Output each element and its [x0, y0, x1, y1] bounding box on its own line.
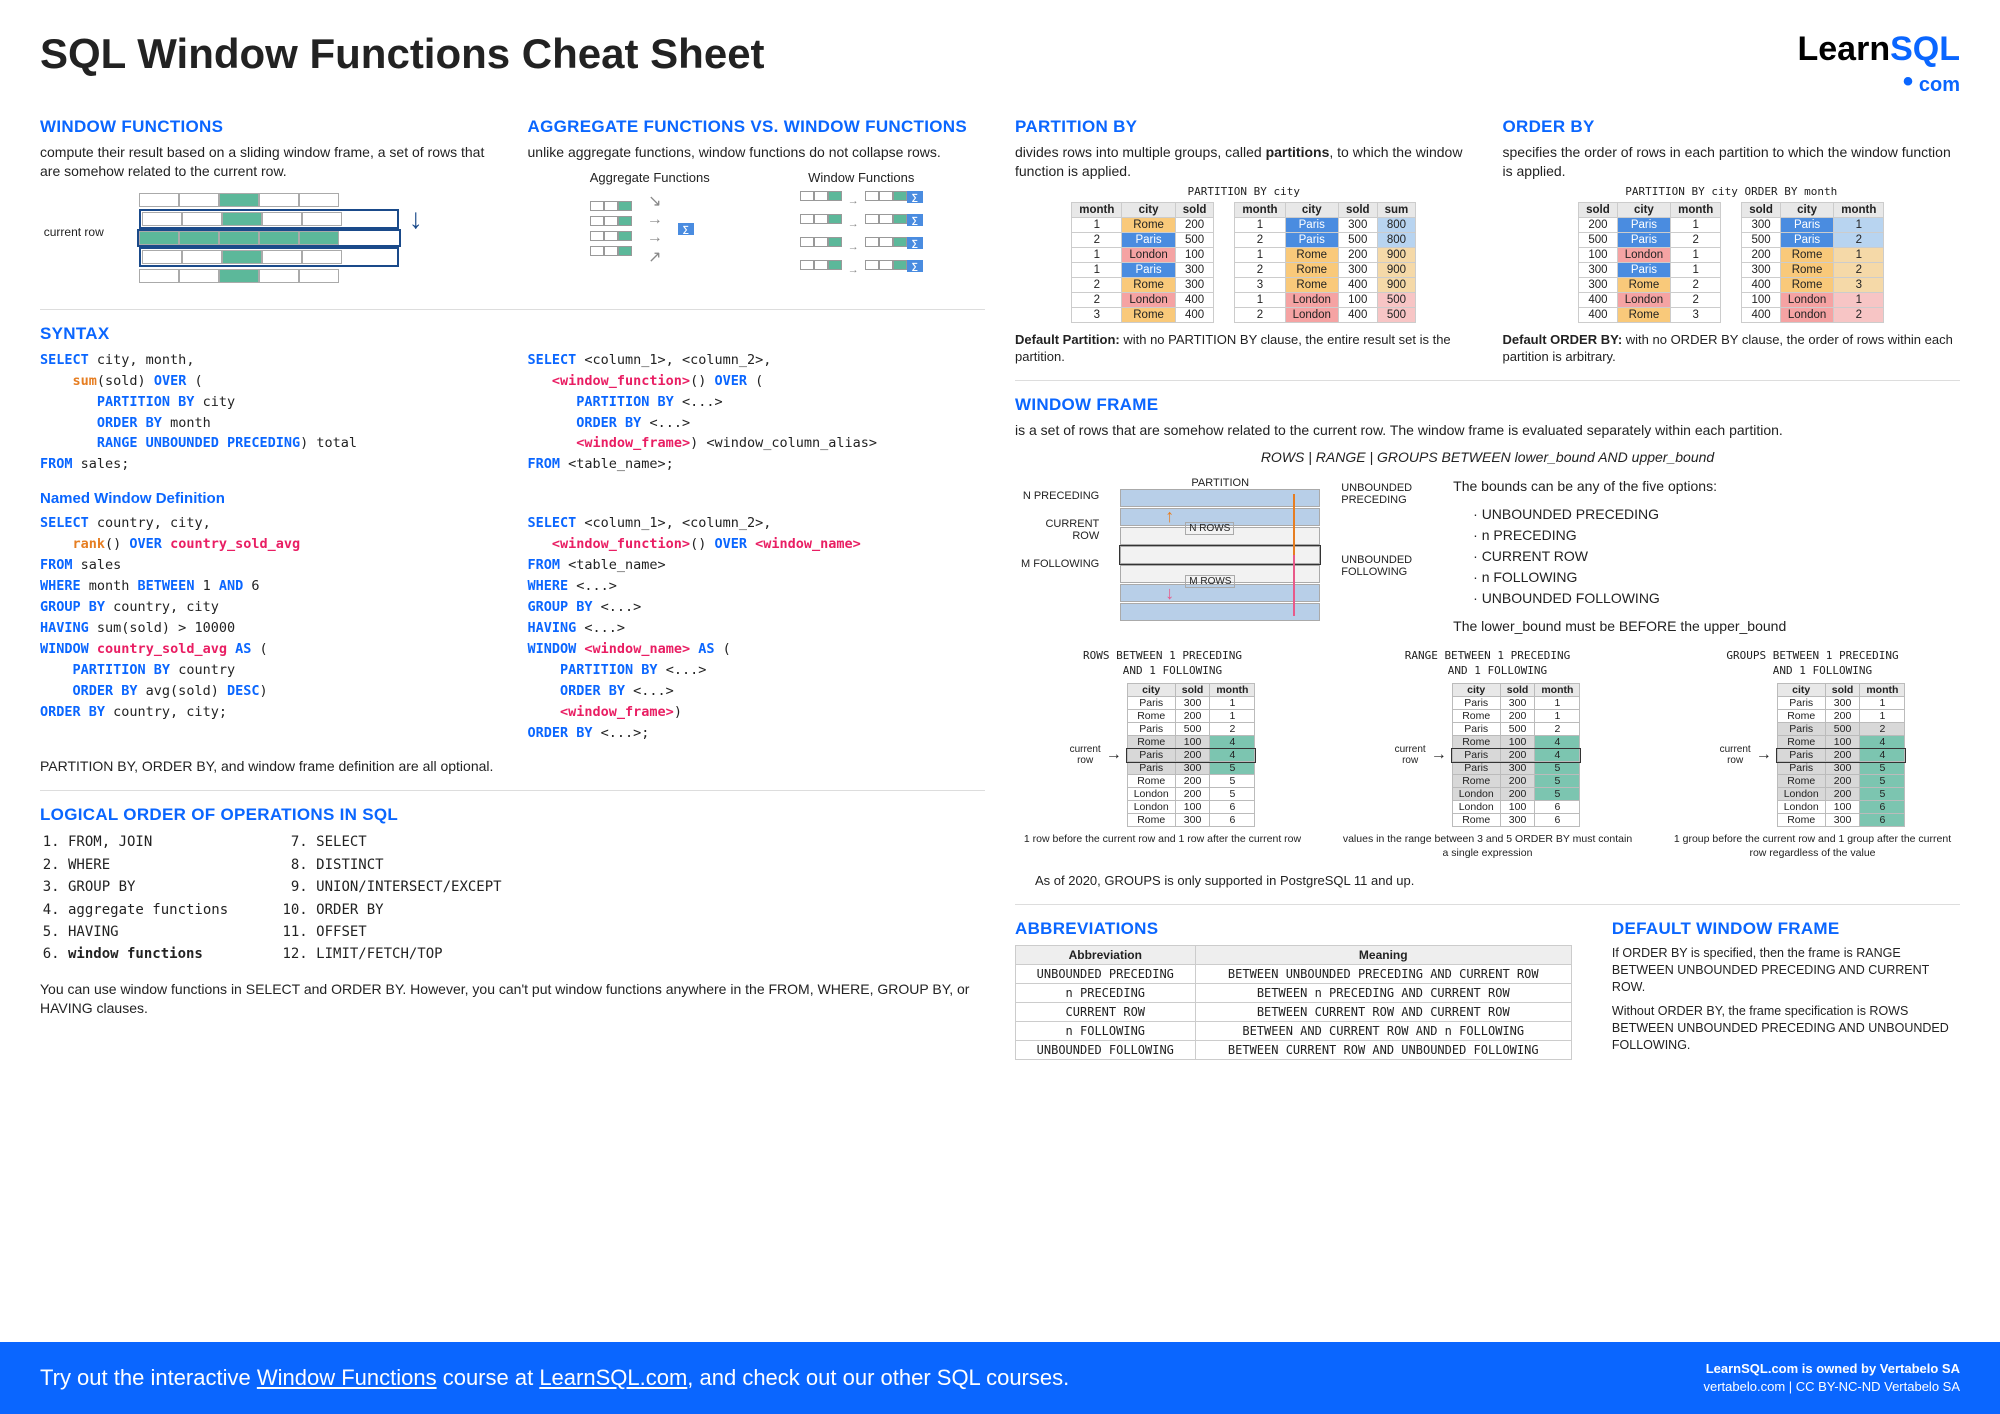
logical-heading: LOGICAL ORDER OF OPERATIONS IN SQL	[40, 805, 985, 825]
wf-heading: WINDOW FUNCTIONS	[40, 117, 498, 137]
orderby-table-before: soldcitymonth200Paris1500Paris2100London…	[1578, 202, 1721, 323]
named-window-template: SELECT <column_1>, <column_2>, <window_f…	[528, 513, 986, 743]
default-frame-heading: DEFAULT WINDOW FRAME	[1612, 919, 1960, 939]
footer: Try out the interactive Window Functions…	[0, 1342, 2000, 1414]
logical-ops-list-2: SELECTDISTINCTUNION/INTERSECT/EXCEPTORDE…	[288, 831, 501, 965]
partition-desc: divides rows into multiple groups, calle…	[1015, 143, 1473, 181]
frame-heading: WINDOW FRAME	[1015, 395, 1960, 415]
rows-frame-table: citysoldmonthParis3001Rome2001Paris5002R…	[1127, 683, 1256, 827]
frame-diagram: N PRECEDINGCURRENT ROWM FOLLOWING PARTIT…	[1015, 477, 1960, 636]
syntax-heading: SYNTAX	[40, 324, 985, 344]
abbrev-heading: ABBREVIATIONS	[1015, 919, 1572, 939]
sliding-window-diagram: current row ↓	[139, 193, 399, 283]
frame-desc: is a set of rows that are somehow relate…	[1015, 421, 1960, 440]
orderby-heading: ORDER BY	[1503, 117, 1961, 137]
range-frame-table: citysoldmonthParis3001Rome2001Paris5002R…	[1452, 683, 1581, 827]
groups-note: As of 2020, GROUPS is only supported in …	[1035, 872, 1960, 890]
bounds-list: · UNBOUNDED PRECEDING· n PRECEDING· CURR…	[1453, 504, 1960, 609]
partition-table-before: monthcitysold1Rome2002Paris5001London100…	[1071, 202, 1214, 323]
orderby-table-after: soldcitymonth300Paris1500Paris2200Rome13…	[1741, 202, 1884, 323]
partition-default: Default Partition: with no PARTITION BY …	[1015, 331, 1473, 366]
logical-ops-list-1: FROM, JOINWHEREGROUP BYaggregate functio…	[40, 831, 228, 965]
syntax-example-1: SELECT city, month, sum(sold) OVER ( PAR…	[40, 350, 498, 476]
abbrev-table: AbbreviationMeaningUNBOUNDED PRECEDINGBE…	[1015, 945, 1572, 1060]
partition-table-after: monthcitysoldsum1Paris3008002Paris500800…	[1234, 202, 1416, 323]
page-title: SQL Window Functions Cheat Sheet	[40, 30, 765, 78]
agg-desc: unlike aggregate functions, window funct…	[528, 143, 986, 162]
agg-vs-window-diagram: Aggregate Functions ↘→→↗ ∑	[528, 170, 986, 278]
named-window-heading: Named Window Definition	[40, 490, 985, 507]
partition-heading: PARTITION BY	[1015, 117, 1473, 137]
logo: LearnSQL • com	[1798, 30, 1961, 99]
syntax-note: PARTITION BY, ORDER BY, and window frame…	[40, 757, 985, 776]
arrow-down-icon: ↓	[409, 203, 423, 235]
agg-heading: AGGREGATE FUNCTIONS VS. WINDOW FUNCTIONS	[528, 117, 986, 137]
syntax-template-1: SELECT <column_1>, <column_2>, <window_f…	[528, 350, 986, 476]
frame-syntax: ROWS | RANGE | GROUPS BETWEEN lower_boun…	[1015, 448, 1960, 467]
orderby-default: Default ORDER BY: with no ORDER BY claus…	[1503, 331, 1961, 366]
named-window-example: SELECT country, city, rank() OVER countr…	[40, 513, 498, 743]
groups-frame-table: citysoldmonthParis3001Rome2001Paris5002R…	[1777, 683, 1906, 827]
orderby-desc: specifies the order of rows in each part…	[1503, 143, 1961, 181]
wf-desc: compute their result based on a sliding …	[40, 143, 498, 181]
footer-link-course[interactable]: Window Functions	[257, 1365, 437, 1390]
logical-note: You can use window functions in SELECT a…	[40, 980, 985, 1018]
footer-link-site[interactable]: LearnSQL.com	[539, 1365, 687, 1390]
